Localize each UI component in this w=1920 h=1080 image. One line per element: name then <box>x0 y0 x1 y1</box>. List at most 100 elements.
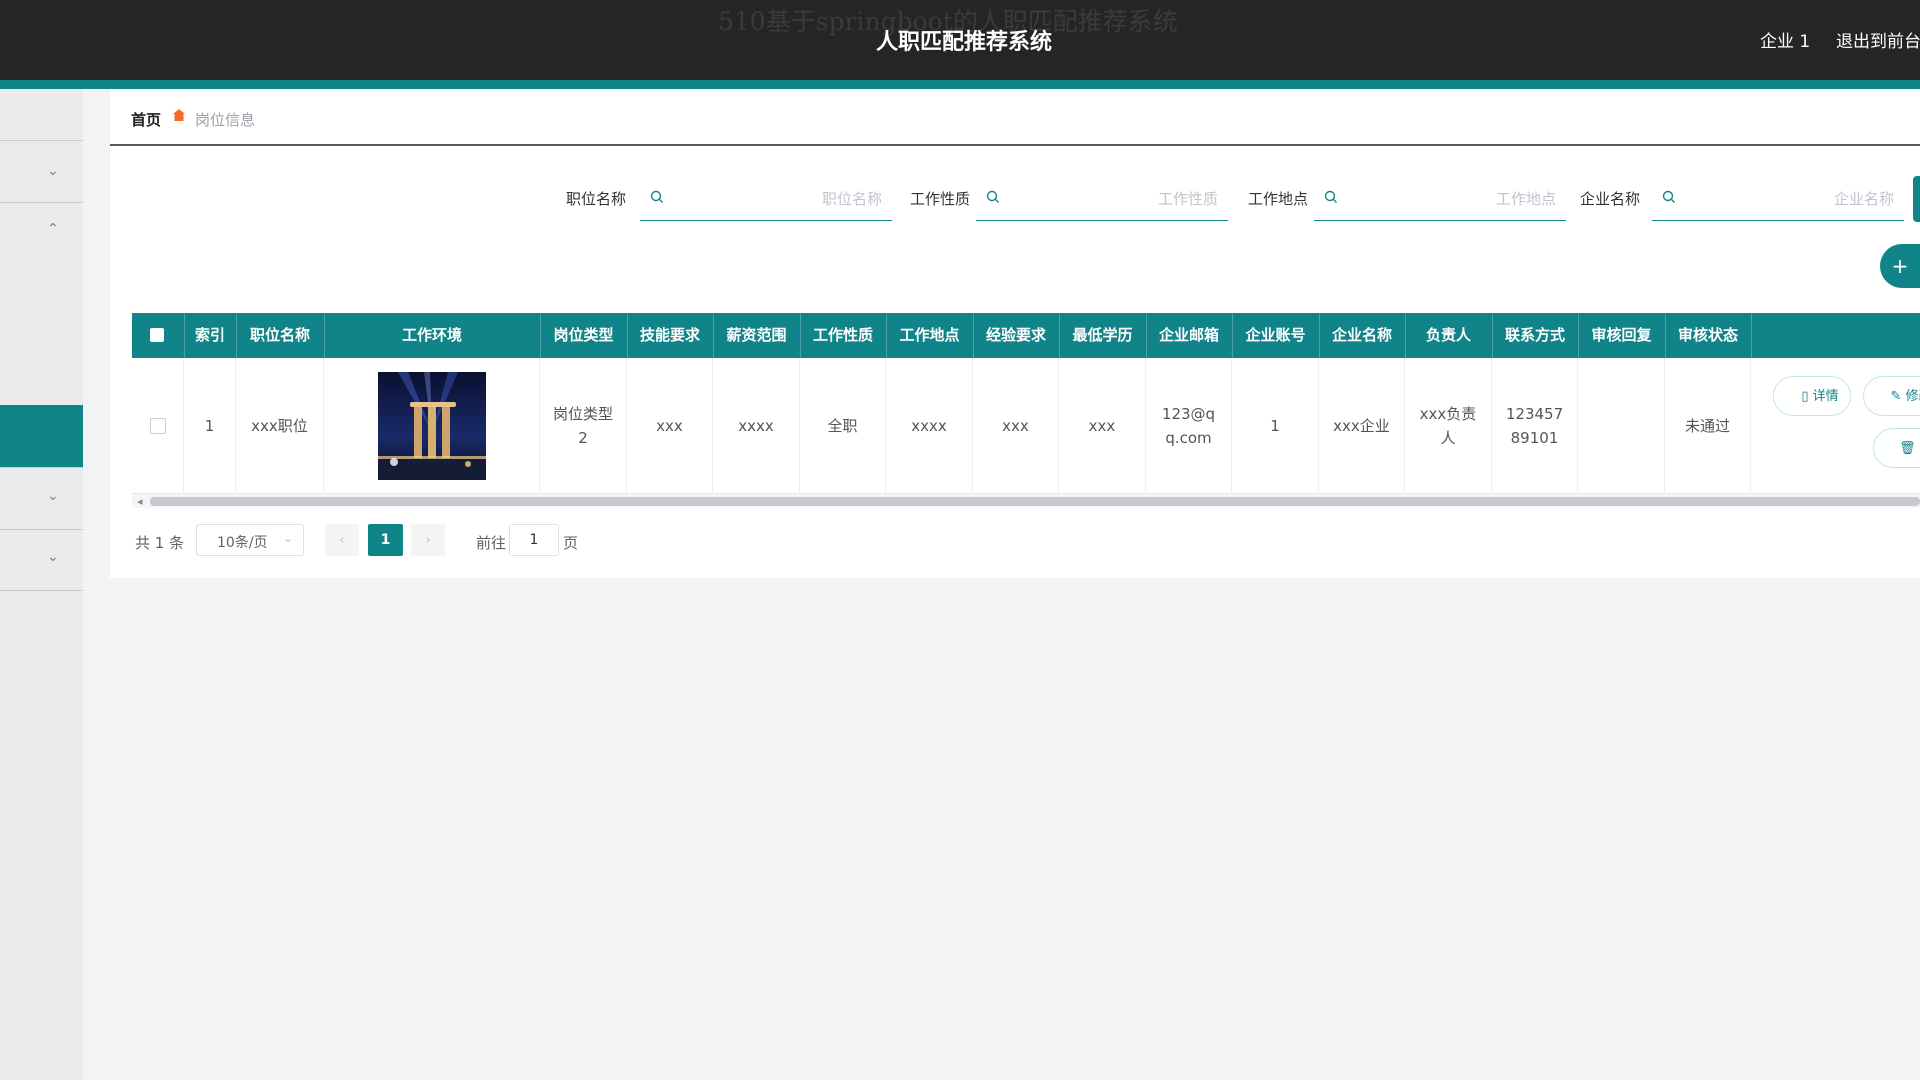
cell-review-reply <box>1578 358 1665 493</box>
edit-label: 修改 <box>1905 389 1920 404</box>
search-label-company: 企业名称 <box>1580 190 1641 208</box>
col-header: 工作性质 <box>800 313 887 358</box>
row-checkbox[interactable] <box>149 417 166 434</box>
cell-job-type: 岗位类型2 <box>540 358 627 493</box>
table-horizontal-scrollbar[interactable]: ◂ <box>132 494 1920 508</box>
row-select-cell <box>132 358 184 493</box>
col-header: 企业名称 <box>1319 313 1406 358</box>
document-icon: ▯ <box>1801 389 1813 404</box>
sidebar-item-5[interactable]: ⌄ <box>0 529 83 591</box>
sidebar-item-active[interactable] <box>0 405 83 467</box>
cell-actions: ▯ 详情 ✎ 修改 🗑 删 <box>1751 358 1920 493</box>
search-job-nature[interactable] <box>976 176 1228 221</box>
sidebar-item-4[interactable]: ⌄ <box>0 467 83 530</box>
chevron-right-icon: › <box>425 532 431 548</box>
table-header: 索引 职位名称 工作环境 岗位类型 技能要求 薪资范围 工作性质 工作地点 经验… <box>132 313 1920 358</box>
goto-prefix: 前往 <box>476 534 507 552</box>
select-all-checkbox[interactable] <box>150 328 164 342</box>
col-header: 岗位类型 <box>540 313 628 358</box>
col-header: 经验要求 <box>973 313 1060 358</box>
col-header: 工作环境 <box>324 313 541 358</box>
chevron-down-icon: ⌄ <box>47 163 59 179</box>
next-page-button[interactable]: › <box>411 524 445 556</box>
sidebar-item-1[interactable] <box>0 89 83 141</box>
search-icon <box>986 190 999 203</box>
search-button[interactable] <box>1913 176 1920 222</box>
cell-email: 123@qq.com <box>1146 358 1232 493</box>
search-job-name[interactable] <box>640 176 892 221</box>
cell-job-name: xxx职位 <box>236 358 324 493</box>
cell-salary: xxxx <box>713 358 800 493</box>
col-header: 负责人 <box>1405 313 1493 358</box>
chevron-left-icon: ‹ <box>339 532 345 548</box>
search-label-job-name: 职位名称 <box>566 190 627 208</box>
cell-experience: xxx <box>973 358 1059 493</box>
detail-label: 详情 <box>1812 389 1839 404</box>
col-header: 操作 <box>1751 313 1920 358</box>
chevron-down-icon: ⌄ <box>283 531 294 545</box>
col-header: 薪资范围 <box>713 313 801 358</box>
goto-suffix: 页 <box>563 534 579 552</box>
prev-page-button[interactable]: ‹ <box>325 524 359 556</box>
page-number-current[interactable]: 1 <box>368 524 403 556</box>
breadcrumb-home[interactable]: 首页 <box>131 109 161 130</box>
search-icon <box>650 190 663 203</box>
cell-location: xxxx <box>886 358 973 493</box>
company-input[interactable] <box>1686 186 1896 212</box>
search-icon <box>1324 190 1337 203</box>
pagination-total: 共 1 条 <box>135 534 185 552</box>
cell-nature: 全职 <box>800 358 886 493</box>
col-header: 最低学历 <box>1059 313 1147 358</box>
job-nature-input[interactable] <box>1010 186 1220 212</box>
col-header: 联系方式 <box>1492 313 1579 358</box>
search-icon <box>1662 190 1675 203</box>
col-header: 技能要求 <box>627 313 714 358</box>
app-title: 人职匹配推荐系统 <box>876 30 1053 55</box>
col-header: 审核状态 <box>1665 313 1752 358</box>
trash-icon: 🗑 <box>1899 441 1920 456</box>
col-header: 企业账号 <box>1232 313 1320 358</box>
job-table: 索引 职位名称 工作环境 岗位类型 技能要求 薪资范围 工作性质 工作地点 经验… <box>132 313 1920 495</box>
exit-to-frontend-link[interactable]: 退出到前台 <box>1836 27 1920 52</box>
sidebar-item-2[interactable]: ⌄ <box>0 141 83 203</box>
current-user[interactable]: 企业 1 <box>1760 27 1810 52</box>
cell-education: xxx <box>1059 358 1146 493</box>
plus-icon: + <box>1891 254 1909 278</box>
col-header: 工作地点 <box>886 313 974 358</box>
search-label-job-nature: 工作性质 <box>910 190 971 208</box>
cell-work-environment <box>324 358 540 493</box>
delete-button[interactable]: 🗑 删 <box>1873 428 1920 468</box>
scroll-left-icon[interactable]: ◂ <box>137 495 143 508</box>
detail-button[interactable]: ▯ 详情 <box>1773 376 1851 416</box>
edit-button[interactable]: ✎ 修改 <box>1863 376 1920 416</box>
cell-phone: 12345789101 <box>1492 358 1578 493</box>
chevron-up-icon: ⌃ <box>47 221 59 237</box>
sidebar-item-3-expanded[interactable]: ⌃ <box>0 203 83 404</box>
chevron-down-icon: ⌄ <box>47 488 59 504</box>
scrollbar-thumb[interactable] <box>150 497 1920 506</box>
header-accent-line <box>0 80 1920 89</box>
cell-account: 1 <box>1232 358 1319 493</box>
search-label-location: 工作地点 <box>1248 190 1309 208</box>
goto-page-input[interactable]: 1 <box>509 524 559 556</box>
search-location[interactable] <box>1314 176 1566 221</box>
breadcrumb: 首页 岗位信息 <box>110 89 1920 146</box>
select-all-cell <box>132 313 185 358</box>
cell-index: 1 <box>184 358 236 493</box>
location-input[interactable] <box>1348 186 1558 212</box>
edit-icon: ✎ <box>1890 389 1906 404</box>
search-company[interactable] <box>1652 176 1904 221</box>
home-icon <box>173 109 185 121</box>
page-size-value: 10条/页 <box>217 535 268 551</box>
cell-company: xxx企业 <box>1319 358 1405 493</box>
work-environment-image[interactable] <box>377 371 486 480</box>
col-header: 审核回复 <box>1578 313 1666 358</box>
job-name-input[interactable] <box>674 186 884 212</box>
add-button[interactable]: + <box>1880 244 1920 288</box>
page-size-select[interactable]: 10条/页 ⌄ <box>196 524 304 556</box>
cell-owner: xxx负责人 <box>1405 358 1492 493</box>
cell-review-status: 未通过 <box>1665 358 1751 493</box>
chevron-down-icon: ⌄ <box>47 549 59 565</box>
col-header: 企业邮箱 <box>1146 313 1233 358</box>
cell-skills: xxx <box>627 358 713 493</box>
